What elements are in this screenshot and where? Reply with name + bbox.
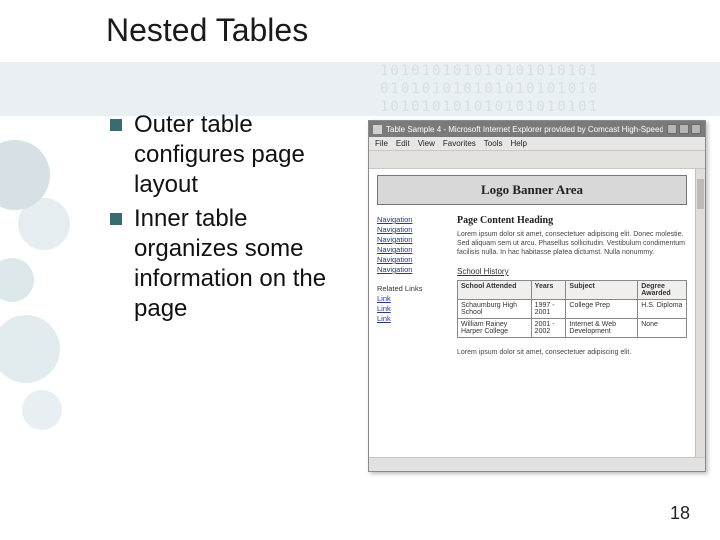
- bullet-marker-icon: [110, 119, 122, 131]
- inner-table: School Attended Years Subject Degree Awa…: [457, 280, 687, 338]
- table-cell: College Prep: [566, 300, 638, 319]
- decorative-bubbles: [0, 140, 90, 440]
- lorem-paragraph-2: Lorem ipsum dolor sit amet, consectetuer…: [457, 348, 687, 357]
- menu-item: View: [418, 139, 435, 148]
- nav-link: Navigation: [377, 245, 443, 254]
- browser-menubar: File Edit View Favorites Tools Help: [369, 137, 705, 151]
- related-link: Link: [377, 304, 443, 313]
- table-row: Schaumburg High School 1997 - 2001 Colle…: [458, 300, 687, 319]
- menu-item: Tools: [484, 139, 503, 148]
- minimize-icon: [667, 124, 677, 134]
- slide-number: 18: [670, 503, 690, 524]
- table-cell: None: [638, 319, 687, 338]
- browser-app-icon: [373, 125, 382, 134]
- table-cell: 2001 - 2002: [531, 319, 566, 338]
- nav-link: Navigation: [377, 215, 443, 224]
- logo-banner: Logo Banner Area: [377, 175, 687, 205]
- window-buttons: [667, 124, 701, 134]
- table-cell: H.S. Diploma: [638, 300, 687, 319]
- page-content: Logo Banner Area Navigation Navigation N…: [369, 169, 695, 363]
- page-content-heading: Page Content Heading: [457, 215, 687, 226]
- related-link: Link: [377, 314, 443, 323]
- slide-body: Outer table configures page layout Inner…: [110, 110, 340, 328]
- menu-item: Favorites: [443, 139, 476, 148]
- table-cell: Schaumburg High School: [458, 300, 532, 319]
- table-header: Degree Awarded: [638, 281, 687, 300]
- maximize-icon: [679, 124, 689, 134]
- background-binary-pattern: 101010101010101010101 010101010101010101…: [380, 62, 720, 116]
- related-link: Link: [377, 294, 443, 303]
- table-cell: Internet & Web Development: [566, 319, 638, 338]
- close-icon: [691, 124, 701, 134]
- nav-link: Navigation: [377, 235, 443, 244]
- browser-titlebar: Table Sample 4 - Microsoft Internet Expl…: [369, 121, 705, 137]
- browser-statusbar: [369, 457, 705, 471]
- table-header-row: School Attended Years Subject Degree Awa…: [458, 281, 687, 300]
- table-row: William Rainey Harper College 2001 - 200…: [458, 319, 687, 338]
- lorem-paragraph: Lorem ipsum dolor sit amet, consectetuer…: [457, 230, 687, 257]
- table-cell: 1997 - 2001: [531, 300, 566, 319]
- related-links-label: Related Links: [377, 284, 443, 293]
- table-header: School Attended: [458, 281, 532, 300]
- browser-toolbar: [369, 151, 705, 169]
- menu-item: Help: [510, 139, 526, 148]
- menu-item: Edit: [396, 139, 410, 148]
- bullet-text: Outer table configures page layout: [134, 110, 340, 200]
- slide-title: Nested Tables: [106, 12, 308, 49]
- table-header: Years: [531, 281, 566, 300]
- table-header: Subject: [566, 281, 638, 300]
- bullet-item: Inner table organizes some information o…: [110, 204, 340, 324]
- browser-viewport: Logo Banner Area Navigation Navigation N…: [369, 169, 695, 457]
- browser-mock: Table Sample 4 - Microsoft Internet Expl…: [368, 120, 706, 472]
- menu-item: File: [375, 139, 388, 148]
- bullet-marker-icon: [110, 213, 122, 225]
- nav-link: Navigation: [377, 255, 443, 264]
- browser-scrollbar: [695, 169, 705, 457]
- content-column: Page Content Heading Lorem ipsum dolor s…: [457, 215, 687, 357]
- bullet-item: Outer table configures page layout: [110, 110, 340, 200]
- school-history-subhead: School History: [457, 267, 687, 276]
- browser-window-title: Table Sample 4 - Microsoft Internet Expl…: [386, 125, 663, 134]
- scrollbar-thumb: [697, 179, 704, 209]
- nav-link: Navigation: [377, 225, 443, 234]
- table-cell: William Rainey Harper College: [458, 319, 532, 338]
- bullet-text: Inner table organizes some information o…: [134, 204, 340, 324]
- nav-link: Navigation: [377, 265, 443, 274]
- nav-column: Navigation Navigation Navigation Navigat…: [377, 215, 443, 357]
